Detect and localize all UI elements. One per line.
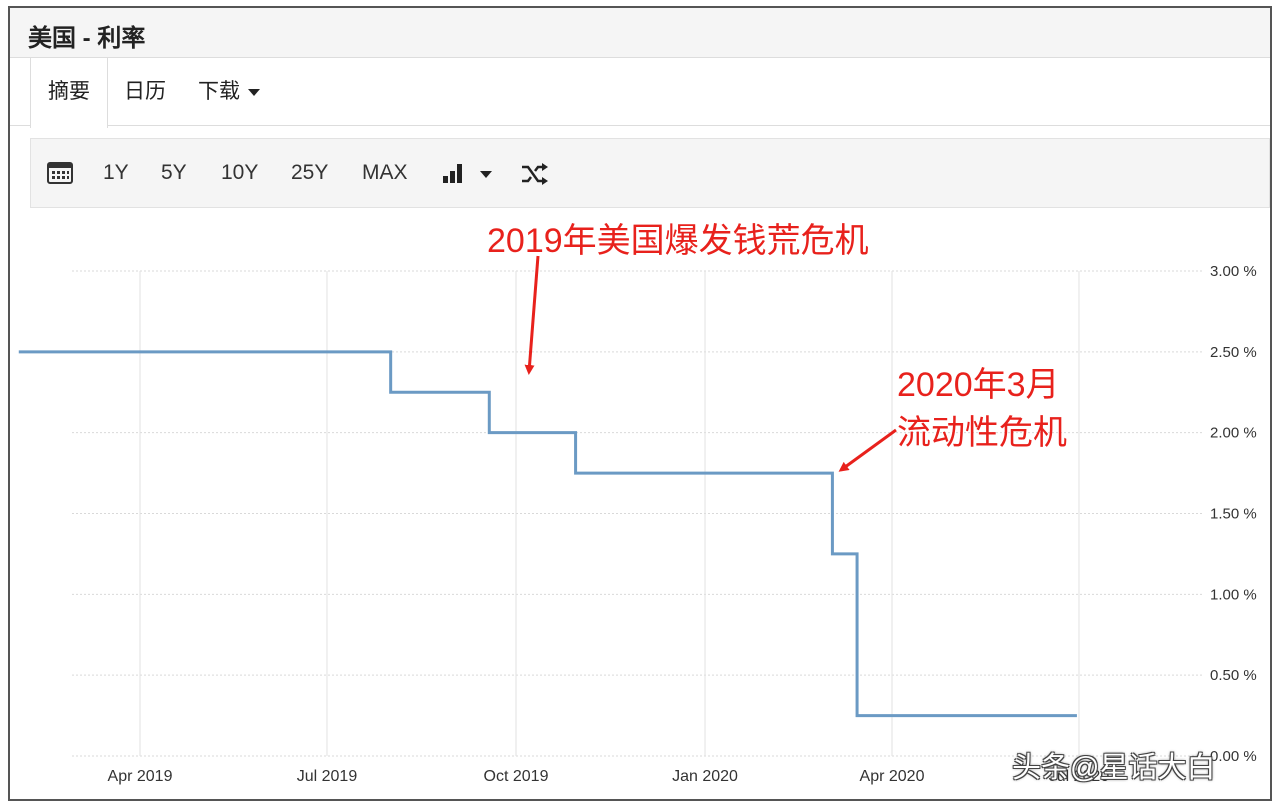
y-axis-ticks: 3.00 % 2.50 % 2.00 % 1.50 % 1.00 % 0.50 … (1210, 263, 1257, 765)
annotation-liquidity-crisis: 流动性危机 (897, 414, 1067, 452)
ytick-label: 1.00 % (1210, 586, 1257, 603)
xtick-label: Oct 2019 (484, 768, 549, 785)
chart-gridlines (72, 270, 1204, 757)
xtick-label: Apr 2019 (108, 768, 173, 785)
annotation-2020-march: 2020年3月 (897, 366, 1060, 404)
watermark: 头条@星话大白 (1012, 752, 1216, 784)
x-axis-ticks: Apr 2019 Jul 2019 Oct 2019 Jan 2020 Apr … (108, 768, 1110, 785)
series-line (18, 350, 1077, 718)
annotation-arrow-2020 (838, 428, 897, 472)
ytick-label: 2.00 % (1210, 425, 1257, 442)
xtick-label: Jan 2020 (672, 768, 738, 785)
ytick-label: 1.50 % (1210, 506, 1257, 523)
annotation-2019-crisis: 2019年美国爆发钱荒危机 (487, 222, 869, 260)
annotation-arrow-2019 (524, 255, 540, 375)
ytick-label: 0.00 % (1210, 748, 1257, 765)
xtick-label: Apr 2020 (860, 768, 925, 785)
interest-rate-chart: 3.00 % 2.50 % 2.00 % 1.50 % 1.00 % 0.50 … (18, 222, 1257, 785)
xtick-label: Jul 2019 (297, 768, 358, 785)
ytick-label: 2.50 % (1210, 344, 1257, 361)
ytick-label: 3.00 % (1210, 263, 1257, 280)
ytick-label: 0.50 % (1210, 667, 1257, 684)
